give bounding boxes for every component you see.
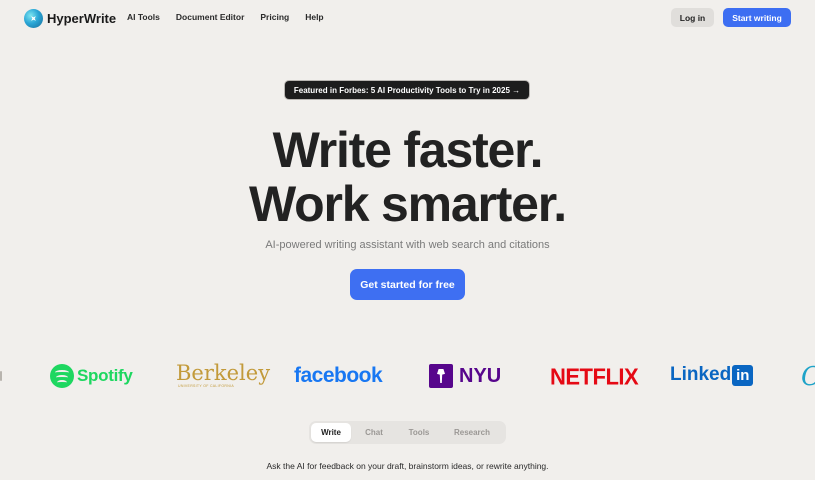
tab-tools[interactable]: Tools [397, 423, 441, 442]
carousel-edge-logo-fragment [0, 371, 2, 381]
facebook-logo: facebook [294, 364, 383, 388]
spotify-logo: Spotify [50, 364, 133, 388]
nyu-logo: NYU [429, 364, 501, 388]
facebook-wordmark: facebook [294, 364, 383, 387]
linkedin-in-icon: in [732, 364, 754, 386]
feature-tabs: Write Chat Tools Research [309, 421, 506, 444]
brand-name: HyperWrite [47, 10, 117, 26]
brand[interactable]: HyperWrite [24, 8, 116, 28]
top-nav: HyperWrite AI Tools Document Editor Pric… [0, 0, 815, 36]
nav-link-pricing[interactable]: Pricing [260, 12, 289, 22]
tab-write[interactable]: Write [311, 423, 351, 442]
tab-chat[interactable]: Chat [351, 423, 397, 442]
hero-headline-line-1: Write faster. [272, 122, 544, 178]
berkeley-wordmark: Berkeley [176, 361, 271, 385]
linkedin-wordmark: Linked [670, 364, 732, 385]
hero-headline-line-2: Work smarter. [249, 176, 567, 232]
tab-research[interactable]: Research [441, 423, 503, 442]
hero-subtitle: AI-powered writing assistant with web se… [265, 239, 550, 251]
login-button[interactable]: Log in [671, 8, 714, 27]
spotify-icon [50, 364, 74, 388]
partial-logo-cutoff: C [801, 362, 815, 392]
partial-logo-glyph: C [801, 362, 815, 392]
nav-link-ai-tools[interactable]: AI Tools [127, 12, 160, 22]
berkeley-logo: Berkeley UNIVERSITY OF CALIFORNIA [176, 362, 270, 388]
featured-forbes-banner[interactable]: Featured in Forbes: 5 AI Productivity To… [285, 81, 529, 99]
nyu-wordmark: NYU [459, 364, 502, 387]
tab-description: Ask the AI for feedback on your draft, b… [266, 461, 549, 471]
spotify-wordmark: Spotify [77, 366, 133, 385]
start-writing-button[interactable]: Start writing [723, 8, 791, 27]
berkeley-subtitle: UNIVERSITY OF CALIFORNIA [178, 384, 234, 388]
nyu-torch-icon [429, 364, 453, 388]
netflix-wordmark: NETFLIX [550, 363, 639, 390]
linkedin-logo: Linked in [670, 364, 754, 386]
hyperwrite-logo-icon [24, 8, 43, 28]
nav-link-document-editor[interactable]: Document Editor [176, 12, 244, 22]
netflix-logo: NETFLIX [550, 363, 639, 390]
nav-links: AI Tools Document Editor Pricing Help [127, 12, 324, 22]
get-started-button[interactable]: Get started for free [350, 269, 465, 300]
nav-link-help[interactable]: Help [305, 12, 323, 22]
